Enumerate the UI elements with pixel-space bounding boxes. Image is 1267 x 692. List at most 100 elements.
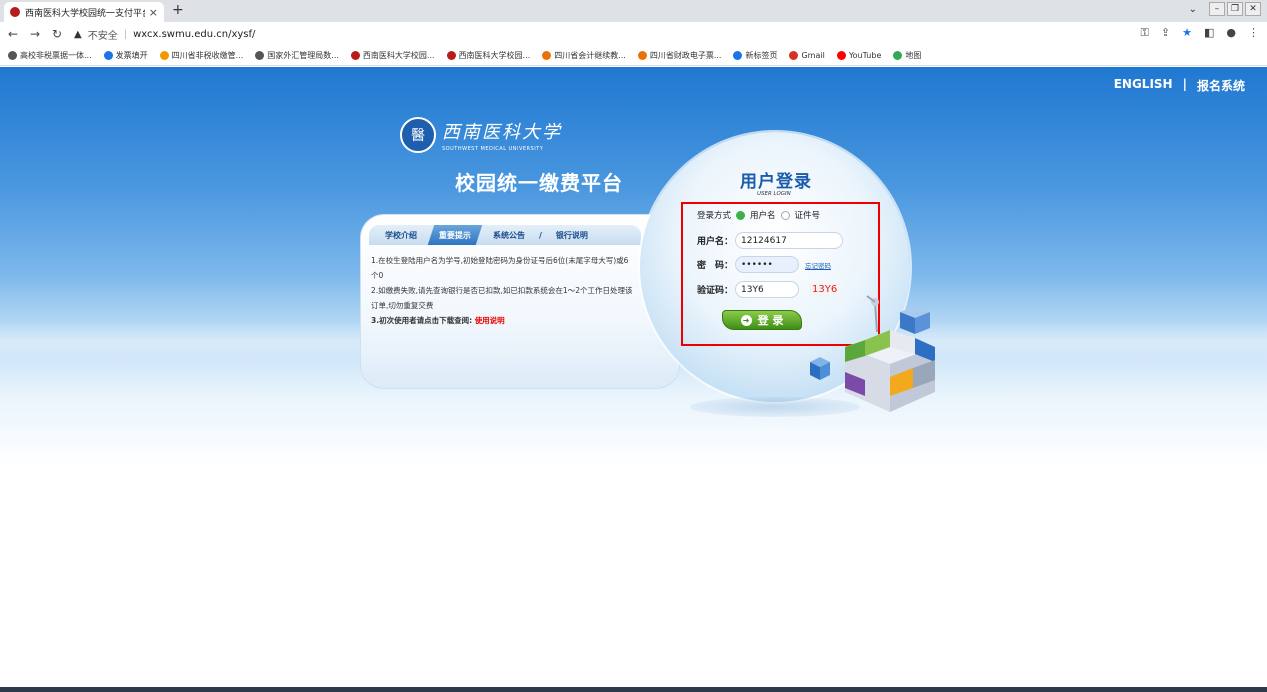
bookmark-star-icon[interactable]: ★ bbox=[1182, 26, 1192, 40]
username-row: 用户名： 12124617 bbox=[697, 232, 843, 249]
top-links-divider: | bbox=[1182, 77, 1187, 91]
side-panel-icon[interactable]: ◧ bbox=[1204, 26, 1214, 40]
tab-close-icon[interactable]: × bbox=[149, 6, 158, 19]
username-label: 用户名： bbox=[697, 237, 734, 247]
window-controls: – ❐ ✕ bbox=[1209, 2, 1261, 16]
password-row: 密 码： •••••• 忘记密码 bbox=[697, 256, 831, 273]
bookmark-favicon-icon bbox=[542, 51, 552, 60]
cube-top-icon bbox=[900, 306, 930, 334]
tab-school-intro[interactable]: 学校介绍 bbox=[381, 225, 421, 245]
close-window-icon[interactable]: ✕ bbox=[1245, 2, 1261, 16]
bookmark-item[interactable]: 西南医科大学校园... bbox=[446, 50, 531, 61]
login-mode-row: 登录方式 用户名 证件号 bbox=[697, 209, 820, 221]
bookmark-favicon-icon bbox=[446, 51, 456, 60]
bookmark-item[interactable]: 四川省非税收缴管... bbox=[159, 50, 244, 61]
bookmarks-bar: 高校非税票据一体... 发票填开 四川省非税收缴管... 国家外汇管理局数... 西南医… bbox=[0, 46, 1267, 66]
bookmark-favicon-icon bbox=[159, 51, 169, 60]
university-name-cn: 西南医科大学 bbox=[442, 122, 562, 143]
key-icon[interactable]: ⚿ bbox=[1141, 26, 1149, 40]
crane-icon bbox=[866, 295, 879, 333]
login-subtitle: USER LOGIN bbox=[757, 191, 791, 197]
captcha-input[interactable]: 13Y6 bbox=[735, 281, 799, 298]
english-link[interactable]: ENGLISH bbox=[1114, 77, 1173, 94]
info-panel: 学校介绍 重要提示 系统公告 / 银行说明 1.在校生登陆用户名为学号,初始登陆… bbox=[360, 214, 680, 389]
login-button[interactable]: ➜ 登 录 bbox=[722, 310, 802, 330]
user-guide-link[interactable]: 使用说明 bbox=[475, 316, 505, 325]
decorative-cubes-icon bbox=[810, 295, 935, 412]
profile-avatar-icon[interactable]: ● bbox=[1226, 26, 1236, 40]
forgot-password-link[interactable]: 忘记密码 bbox=[805, 260, 831, 270]
new-tab-button[interactable]: + bbox=[172, 2, 184, 18]
back-arrow-icon[interactable]: ← bbox=[4, 27, 22, 41]
register-system-link[interactable]: 报名系统 bbox=[1197, 77, 1245, 94]
url-separator: | bbox=[123, 28, 128, 40]
bookmark-item[interactable]: 发票填开 bbox=[103, 50, 148, 61]
url-text: wxcx.swmu.edu.cn/xysf/ bbox=[133, 28, 256, 40]
tab-search-chevron-icon[interactable]: ⌄ bbox=[1189, 4, 1197, 15]
radio-username[interactable] bbox=[736, 210, 746, 220]
bookmark-item[interactable]: 高校非税票据一体... bbox=[8, 50, 92, 61]
tab-system-announcement[interactable]: 系统公告 bbox=[489, 225, 529, 245]
notice-item-2: 2.如缴费失败,请先查询银行是否已扣款,如已扣款系统会在1～2个工作日处理该订单… bbox=[371, 286, 633, 310]
browser-tab-strip: 西南医科大学校园统一支付平台 × + ⌄ – ❐ ✕ bbox=[0, 0, 1267, 22]
platform-title: 校园统一缴费平台 bbox=[455, 171, 623, 195]
bookmark-label: 西南医科大学校园... bbox=[362, 51, 435, 60]
tab-title: 西南医科大学校园统一支付平台 bbox=[25, 8, 145, 19]
bookmark-favicon-icon bbox=[733, 51, 743, 60]
password-input[interactable]: •••••• bbox=[735, 256, 799, 273]
bookmark-favicon-icon bbox=[789, 51, 799, 60]
notice-item-3: 3.初次使用者请点击下载查阅: 使用说明 bbox=[371, 313, 633, 328]
bookmark-favicon-icon bbox=[103, 51, 113, 60]
cube-stack-icon bbox=[845, 330, 935, 412]
bookmark-label: 发票填开 bbox=[115, 51, 148, 60]
bookmark-favicon-icon bbox=[893, 51, 903, 60]
notice-item-3-text: 3.初次使用者请点击下载查阅: bbox=[371, 316, 475, 325]
bookmark-item[interactable]: 新标签页 bbox=[733, 50, 777, 61]
university-name-en: SOUTHWEST MEDICAL UNIVERSITY bbox=[442, 146, 544, 152]
menu-kebab-icon[interactable]: ⋮ bbox=[1248, 26, 1259, 40]
site-favicon-icon bbox=[10, 7, 20, 17]
bookmark-label: 四川省非税收缴管... bbox=[171, 51, 244, 60]
restore-icon[interactable]: ❐ bbox=[1227, 2, 1243, 16]
tab-bank-instructions[interactable]: 银行说明 bbox=[552, 225, 592, 245]
browser-tab[interactable]: 西南医科大学校园统一支付平台 × bbox=[4, 2, 164, 22]
forward-arrow-icon[interactable]: → bbox=[26, 27, 44, 41]
os-taskbar bbox=[0, 687, 1267, 692]
toolbar-icons: ⚿ ⇪ ★ ◧ ● ⋮ bbox=[1141, 26, 1259, 40]
login-arrow-icon: ➜ bbox=[740, 314, 752, 326]
top-links: ENGLISH | 报名系统 bbox=[1114, 77, 1245, 94]
radio-id-number-label[interactable]: 证件号 bbox=[795, 209, 821, 221]
omnibox[interactable]: ▲ 不安全 | wxcx.swmu.edu.cn/xysf/ bbox=[74, 27, 255, 42]
bookmark-favicon-icon bbox=[836, 51, 846, 60]
tab-important-notice[interactable]: 重要提示 bbox=[427, 225, 483, 245]
bookmark-item[interactable]: Gmail bbox=[789, 51, 825, 60]
notice-item-1: 1.在校生登陆用户名为学号,初始登陆密码为身份证号后6位(末尾字母大写)或6个0 bbox=[371, 256, 629, 280]
bookmark-label: 西南医科大学校园... bbox=[458, 51, 531, 60]
reload-icon[interactable]: ↻ bbox=[48, 27, 66, 41]
bookmark-label: Gmail bbox=[801, 51, 825, 60]
username-input[interactable]: 12124617 bbox=[735, 232, 843, 249]
bookmark-label: 国家外汇管理局数... bbox=[267, 51, 339, 60]
bookmark-item[interactable]: 四川省会计继续教... bbox=[542, 50, 626, 61]
bookmark-item[interactable]: 西南医科大学校园... bbox=[350, 50, 435, 61]
info-tabs: 学校介绍 重要提示 系统公告 / 银行说明 bbox=[369, 225, 641, 245]
university-logo: 醫 西南医科大学 SOUTHWEST MEDICAL UNIVERSITY bbox=[400, 117, 562, 153]
bookmark-label: 地图 bbox=[905, 51, 922, 60]
radio-username-label[interactable]: 用户名 bbox=[750, 209, 776, 221]
share-icon[interactable]: ⇪ bbox=[1161, 26, 1170, 40]
bookmark-label: YouTube bbox=[848, 51, 882, 60]
minimize-icon[interactable]: – bbox=[1209, 2, 1225, 16]
bookmark-item[interactable]: 国家外汇管理局数... bbox=[255, 50, 339, 61]
notice-content: 1.在校生登陆用户名为学号,初始登陆密码为身份证号后6位(末尾字母大写)或6个0… bbox=[371, 253, 633, 328]
bookmark-item[interactable]: 地图 bbox=[893, 50, 921, 61]
login-button-label: 登 录 bbox=[757, 314, 784, 327]
cube-small-icon bbox=[810, 357, 830, 380]
bookmark-item[interactable]: 四川省财政电子票... bbox=[637, 50, 721, 61]
bookmark-item[interactable]: YouTube bbox=[836, 51, 882, 60]
address-bar-row: ← → ↻ ▲ 不安全 | wxcx.swmu.edu.cn/xysf/ ⚿ ⇪… bbox=[0, 22, 1267, 46]
bookmark-favicon-icon bbox=[255, 51, 265, 60]
security-status: 不安全 bbox=[87, 30, 118, 42]
password-label: 密 码： bbox=[697, 261, 734, 271]
university-seal-icon: 醫 bbox=[400, 117, 436, 153]
radio-id-number[interactable] bbox=[780, 210, 790, 220]
